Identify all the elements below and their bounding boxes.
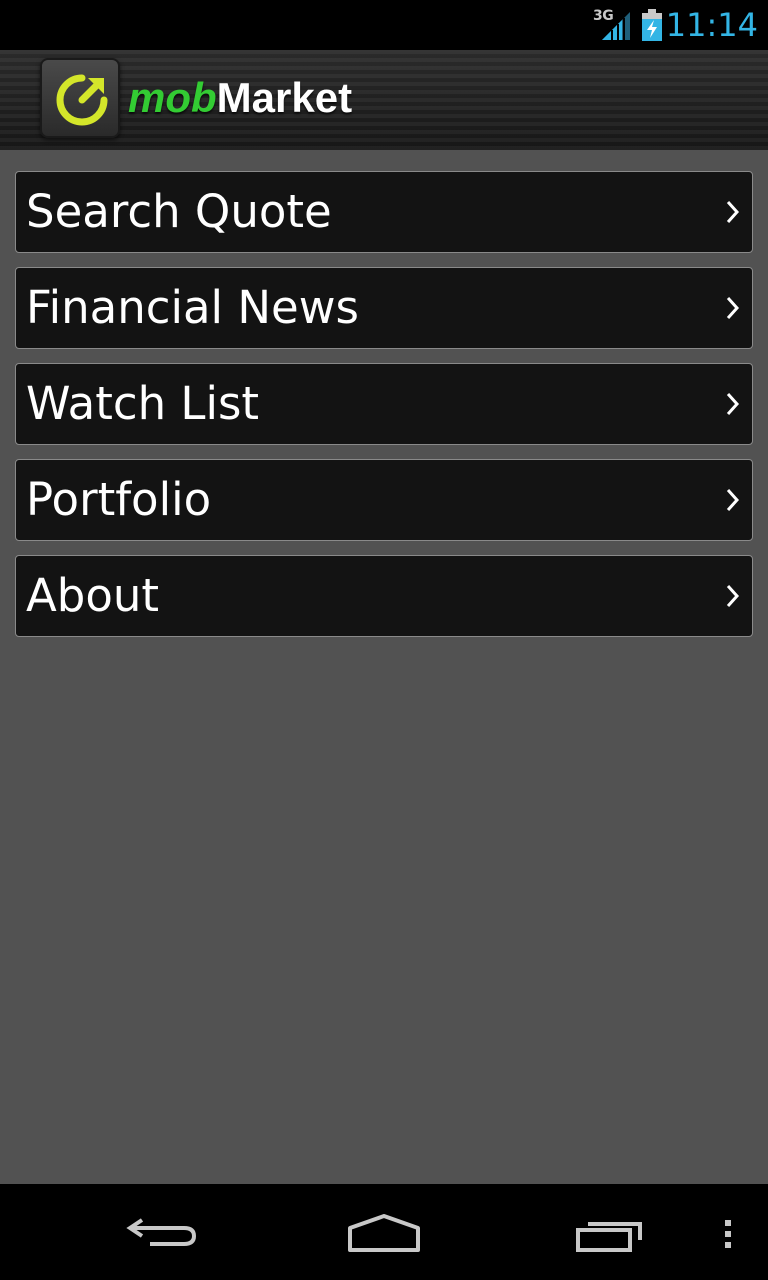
menu-item-label: Search Quote	[26, 185, 332, 238]
app-logo[interactable]	[40, 58, 120, 138]
app-title: mobMarket	[128, 70, 352, 126]
recent-apps-icon	[576, 1222, 642, 1252]
menu-item-about[interactable]: About	[15, 555, 753, 637]
overflow-menu-icon	[725, 1220, 731, 1248]
overflow-menu-button[interactable]	[712, 1184, 744, 1280]
chevron-right-icon	[726, 488, 740, 512]
status-bar: 3G 11:14	[0, 0, 768, 50]
menu-item-label: About	[26, 569, 160, 622]
app-title-suffix: Market	[216, 74, 353, 121]
menu-item-watch-list[interactable]: Watch List	[15, 363, 753, 445]
back-icon	[126, 1218, 197, 1246]
chevron-right-icon	[726, 296, 740, 320]
chevron-right-icon	[726, 200, 740, 224]
main-menu: Search Quote Financial News Watch List P…	[15, 171, 753, 651]
menu-item-search-quote[interactable]: Search Quote	[15, 171, 753, 253]
signal-icon	[602, 12, 630, 40]
app-title-prefix: mob	[128, 74, 217, 121]
chevron-right-icon	[726, 584, 740, 608]
refresh-arrow-icon	[56, 74, 108, 126]
battery-charging-icon	[642, 9, 662, 41]
system-nav-bar	[0, 1184, 768, 1280]
menu-item-portfolio[interactable]: Portfolio	[15, 459, 753, 541]
menu-item-label: Portfolio	[26, 473, 212, 526]
menu-item-label: Financial News	[26, 281, 359, 334]
menu-item-financial-news[interactable]: Financial News	[15, 267, 753, 349]
back-button[interactable]	[110, 1184, 210, 1280]
chevron-right-icon	[726, 392, 740, 416]
home-button[interactable]	[334, 1184, 434, 1280]
app-header: mobMarket	[0, 50, 768, 150]
home-icon	[348, 1214, 420, 1252]
recent-apps-button[interactable]	[560, 1184, 660, 1280]
menu-item-label: Watch List	[26, 377, 260, 430]
status-time: 11:14	[665, 6, 758, 44]
